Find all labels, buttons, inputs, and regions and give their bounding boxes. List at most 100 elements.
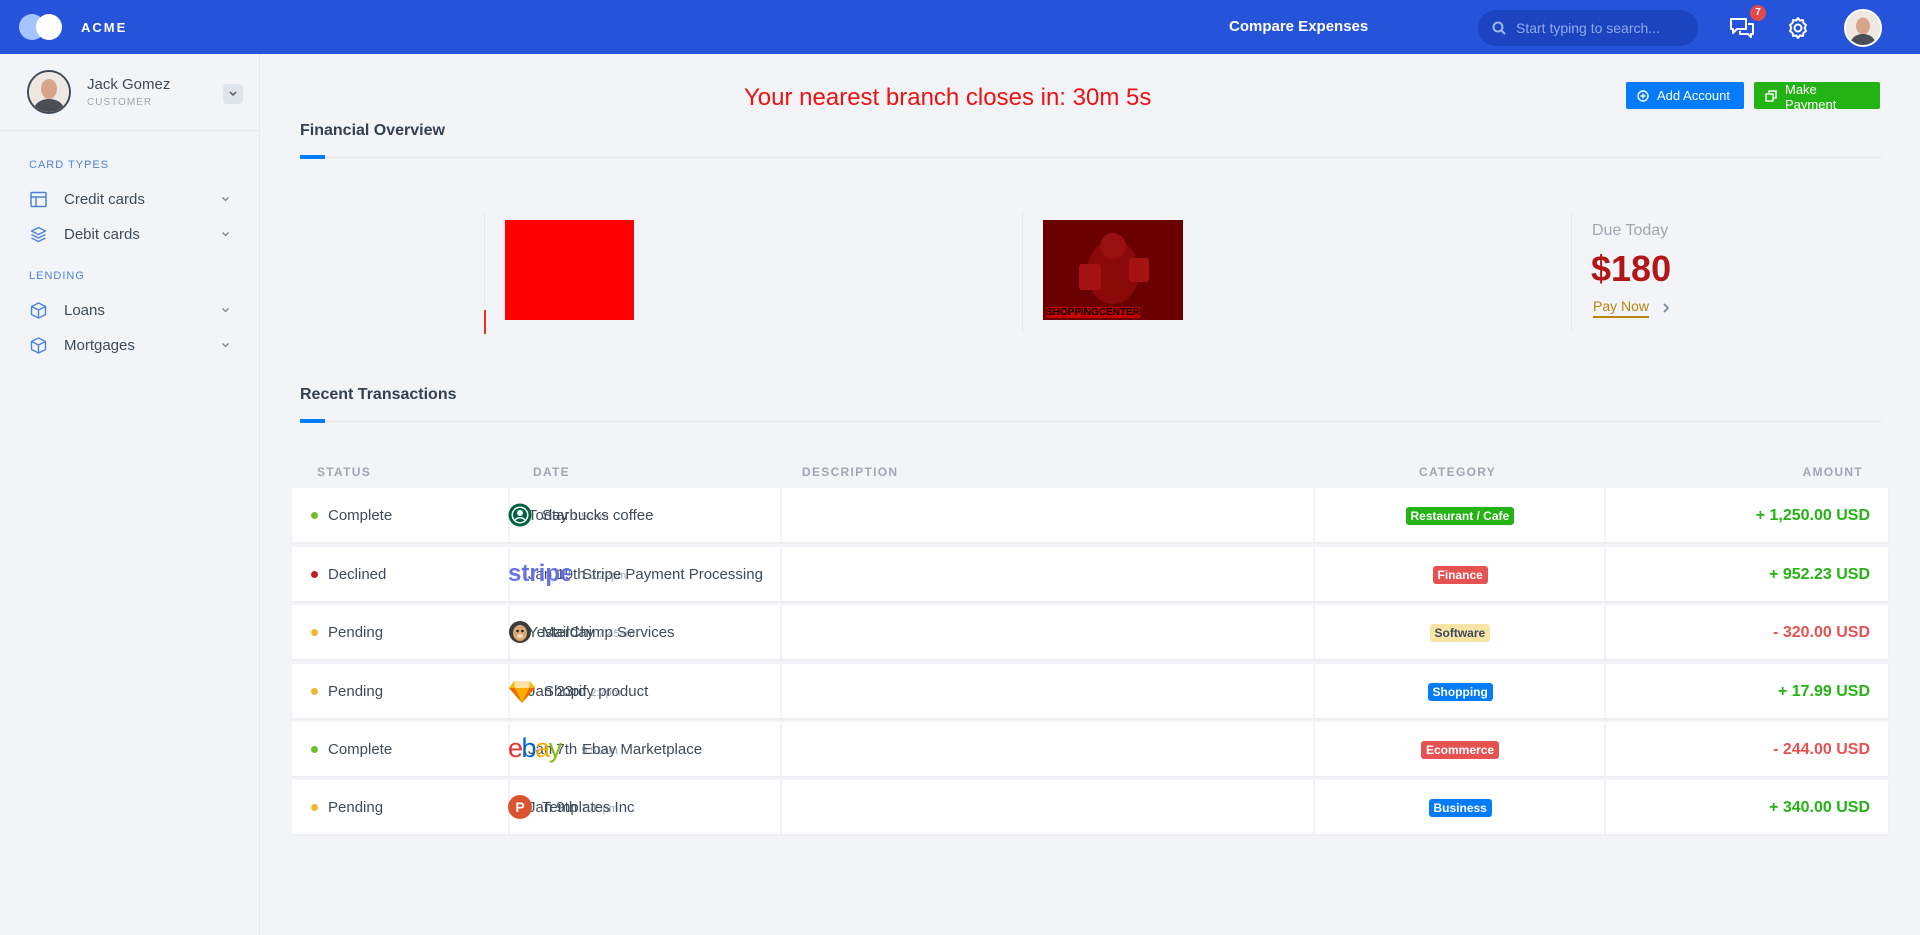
- shopping-center-promo-image[interactable]: SHOPPINGCENTER: [1043, 220, 1183, 320]
- search-icon: [1492, 21, 1506, 35]
- divider: [1022, 212, 1023, 332]
- description-text: Starbucks coffee: [542, 507, 654, 524]
- svg-text:ebay: ebay: [508, 735, 563, 763]
- description-text: Templates Inc: [542, 799, 635, 816]
- column-header-status[interactable]: STATUS: [317, 465, 371, 479]
- svg-text:P: P: [515, 799, 524, 815]
- table-row[interactable]: Pending Jan 23rd 2:7pm Shopify product Shopp…: [292, 664, 1888, 718]
- column-divider: [780, 780, 782, 834]
- amount-text: + 340.00 USD: [1769, 799, 1870, 816]
- column-divider: [1313, 547, 1315, 601]
- status-text: Declined: [328, 566, 387, 583]
- divider: [300, 157, 1882, 158]
- make-payment-button[interactable]: Make Payment: [1754, 82, 1880, 112]
- category-badge: Finance: [1432, 566, 1488, 584]
- status-text: Pending: [328, 683, 384, 700]
- amount-text: - 320.00 USD: [1773, 624, 1870, 641]
- chevron-right-icon[interactable]: [1662, 302, 1670, 314]
- column-divider: [780, 547, 782, 601]
- gear-icon[interactable]: [1786, 16, 1810, 40]
- status-text: Pending: [328, 799, 384, 816]
- svg-text:stripe: stripe: [508, 560, 570, 586]
- column-divider: [780, 488, 782, 542]
- column-divider: [1313, 722, 1315, 776]
- acme-logo[interactable]: [19, 14, 67, 40]
- column-divider: [1313, 780, 1315, 834]
- category-badge: Business: [1428, 799, 1492, 817]
- section-accent: [300, 155, 325, 159]
- column-divider: [1604, 664, 1606, 718]
- search-input[interactable]: [1516, 10, 1688, 46]
- brand-name: ACME: [81, 20, 128, 35]
- section-accent: [300, 419, 325, 423]
- stripe-logo: stripe: [508, 560, 573, 587]
- status-text: Pending: [328, 624, 384, 641]
- chevron-down-icon: [222, 308, 229, 313]
- table-row[interactable]: Complete Jan 7th 9:51am ebay Ebay Marketplac…: [292, 722, 1888, 776]
- red-marker: [484, 310, 486, 334]
- branch-countdown: Your nearest branch closes in: 30m 5s: [744, 84, 1152, 111]
- column-divider: [780, 722, 782, 776]
- status-dot: [311, 746, 318, 753]
- box-icon: [30, 337, 47, 354]
- amount-text: - 244.00 USD: [1773, 741, 1870, 758]
- box-icon: [30, 302, 47, 319]
- top-bar: ACME Compare Expenses 7: [0, 0, 1920, 54]
- column-header-description[interactable]: DESCRIPTION: [802, 465, 898, 479]
- column-header-date[interactable]: DATE: [533, 465, 570, 479]
- add-account-label: Add Account: [1657, 88, 1730, 103]
- status-dot: [311, 571, 318, 578]
- status-dot: [311, 512, 318, 519]
- chevron-down-icon: [222, 197, 229, 202]
- user-avatar[interactable]: [27, 70, 71, 114]
- messages-icon[interactable]: [1729, 16, 1755, 40]
- financial-overview-title: Financial Overview: [300, 122, 445, 139]
- amount-text: + 952.23 USD: [1769, 566, 1870, 583]
- add-account-button[interactable]: Add Account: [1626, 82, 1744, 109]
- user-menu-toggle[interactable]: [223, 84, 243, 104]
- messages-badge: 7: [1750, 5, 1766, 21]
- table-row[interactable]: Pending Jan 9th 7:45pm P Templates Inc Busine…: [292, 780, 1888, 834]
- chevron-down-icon: [229, 91, 237, 97]
- sidebar-item-credit-cards[interactable]: Credit cards: [0, 182, 259, 216]
- category-badge: Restaurant / Cafe: [1405, 507, 1515, 525]
- chevron-down-icon: [222, 232, 229, 237]
- sidebar-item-debit-cards[interactable]: Debit cards: [0, 217, 259, 251]
- layers-icon: [30, 226, 47, 243]
- user-name: Jack Gomez: [87, 76, 171, 93]
- divider: [1571, 212, 1572, 332]
- sidebar-item-label: Mortgages: [64, 337, 135, 354]
- due-amount: $180: [1591, 248, 1672, 289]
- chevron-down-icon: [222, 343, 229, 348]
- sidebar: Jack Gomez CUSTOMER CARD TYPES Credit ca…: [0, 54, 260, 935]
- table-row[interactable]: Complete Today 1:52am Starbucks coffee Resta…: [292, 488, 1888, 542]
- layout-icon: [30, 191, 47, 208]
- sidebar-item-mortgages[interactable]: Mortgages: [0, 328, 259, 362]
- make-payment-label: Make Payment: [1785, 82, 1837, 112]
- section-label-lending: LENDING: [29, 270, 85, 282]
- pay-now-link[interactable]: Pay Now: [1593, 298, 1650, 318]
- table-row[interactable]: Pending Yesterday 7:45am MailChimp Services…: [292, 605, 1888, 659]
- column-divider: [1604, 605, 1606, 659]
- copy-icon: [1765, 90, 1777, 102]
- section-label-card-types: CARD TYPES: [29, 159, 110, 171]
- sidebar-item-loans[interactable]: Loans: [0, 293, 259, 327]
- description-text: Stripe Payment Processing: [582, 566, 763, 583]
- mailchimp-logo: [508, 620, 532, 644]
- column-divider: [1313, 488, 1315, 542]
- avatar[interactable]: [1844, 9, 1882, 47]
- column-divider: [1604, 547, 1606, 601]
- description-text: Ebay Marketplace: [582, 741, 703, 758]
- sidebar-item-label: Loans: [64, 302, 105, 319]
- column-divider: [1313, 664, 1315, 718]
- table-row[interactable]: Declined Jan 19th 3:22pm stripe Stripe Payme…: [292, 547, 1888, 601]
- column-header-amount[interactable]: AMOUNT: [1803, 465, 1863, 479]
- status-dot: [311, 629, 318, 636]
- column-divider: [780, 605, 782, 659]
- compare-expenses-link[interactable]: Compare Expenses: [1229, 18, 1368, 35]
- column-header-category[interactable]: CATEGORY: [1419, 465, 1496, 479]
- sidebar-item-label: Credit cards: [64, 191, 145, 208]
- column-divider: [1604, 780, 1606, 834]
- search-box[interactable]: [1478, 10, 1698, 46]
- category-badge: Software: [1429, 624, 1491, 642]
